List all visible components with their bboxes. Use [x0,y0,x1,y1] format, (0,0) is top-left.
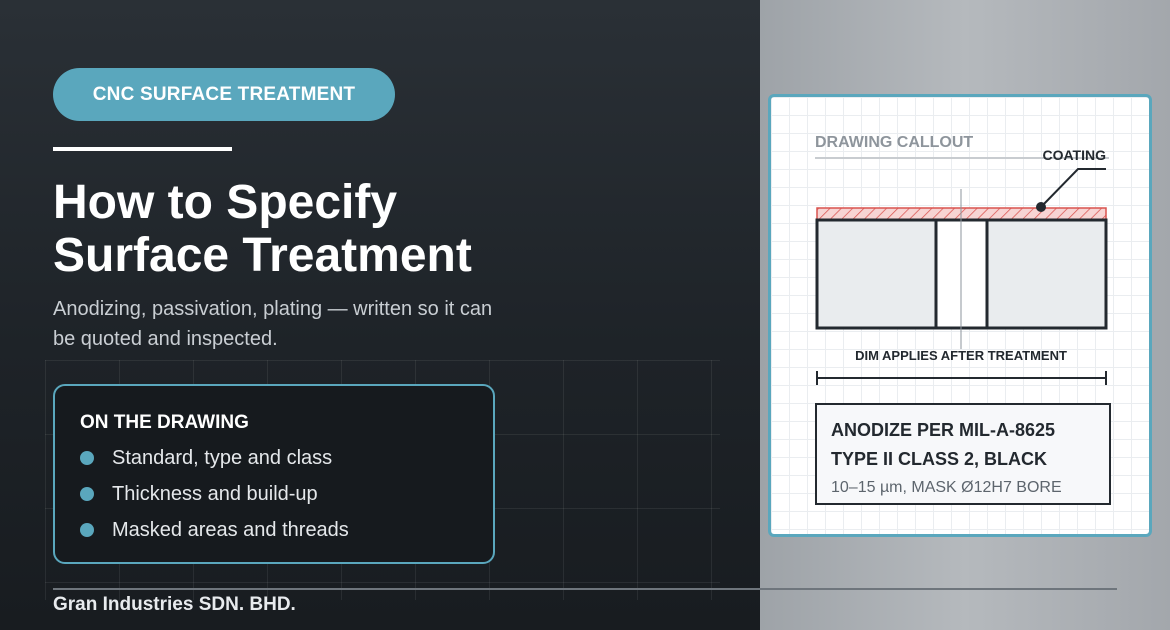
callout-line-1: ANODIZE PER MIL-A-8625 [831,420,1056,440]
list-item-label: Standard, type and class [112,447,333,469]
page-subtitle: Anodizing, passivation, plating — writte… [53,298,493,350]
leader-dot-icon [1036,202,1046,212]
page-title: How to Specify Surface Treatment [53,176,673,282]
category-badge: CNC SURFACE TREATMENT [53,68,395,121]
list-item-label: Masked areas and threads [112,519,349,541]
drawing-header: DRAWING CALLOUT [815,134,973,151]
circle-bullet-icon [80,487,94,501]
title-accent-rule [53,147,232,151]
list-item: Thickness and build-up [80,480,349,516]
list-item: Masked areas and threads [80,516,349,552]
company-name: Gran Industries SDN. BHD. [53,594,296,615]
drawing-checklist-card: ON THE DRAWING Standard, type and class … [53,384,495,564]
dimension-note: DIM APPLIES AFTER TREATMENT [855,348,1067,363]
checklist-heading: ON THE DRAWING [80,412,249,433]
footer-divider [53,588,1117,590]
checklist: Standard, type and class Thickness and b… [80,444,349,552]
hero-panel: CNC SURFACE TREATMENT How to Specify Sur… [0,0,760,630]
title-line-1: How to Specify [53,176,398,229]
drawing-callout-card: DRAWING CALLOUT COATING DIM APPLIES AFTE… [768,94,1152,537]
callout-spec-box: ANODIZE PER MIL-A-8625 TYPE II CLASS 2, … [815,403,1111,505]
list-item-label: Thickness and build-up [112,483,318,505]
title-line-2: Surface Treatment [53,229,472,282]
circle-bullet-icon [80,451,94,465]
circle-bullet-icon [80,523,94,537]
coating-label: COATING [1042,147,1106,163]
callout-line-2: TYPE II CLASS 2, BLACK [831,449,1048,469]
list-item: Standard, type and class [80,444,349,480]
coating-leader-line [1040,168,1106,208]
callout-note: 10–15 µm, MASK Ø12H7 BORE [831,479,1062,496]
